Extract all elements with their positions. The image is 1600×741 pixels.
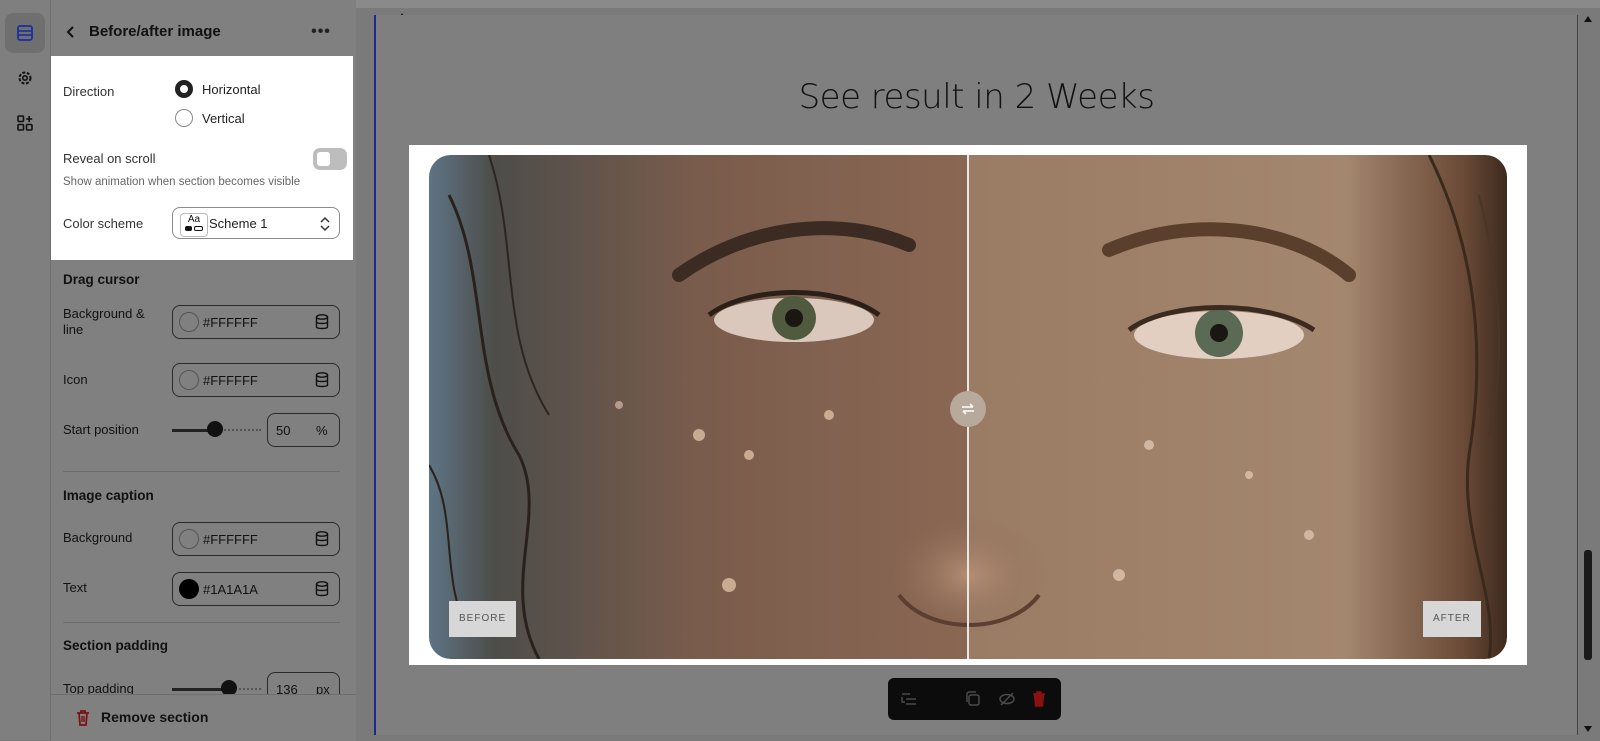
top-padding-label: Top padding [63,681,134,694]
apps-icon [17,115,33,131]
caption-bg-color-value[interactable]: #FFFFFF [203,532,258,547]
divider [63,471,340,472]
panel-header: Before/after image ••• [51,10,356,54]
caption-text-color-value[interactable]: #1A1A1A [203,582,258,597]
reveal-on-scroll-toggle[interactable] [313,148,347,170]
color-swatch[interactable] [179,370,199,390]
start-position-thumb[interactable] [207,421,223,437]
scheme-preview-icon: Aa [180,213,208,237]
top-padding-value[interactable]: 136 [276,682,298,694]
select-chevron-icon [320,216,330,232]
radio-vertical-label[interactable]: Vertical [202,111,245,126]
drag-bg-color-value[interactable]: #FFFFFF [203,315,258,330]
caption-bg-label: Background [63,530,133,545]
icon-rail [0,0,51,740]
trash-icon[interactable] [75,709,91,726]
reveal-on-scroll-label: Reveal on scroll [63,151,156,166]
drag-bg-label: Background & line [63,306,145,337]
preview-scroll-up[interactable] [1582,14,1594,24]
caption-text-color-field[interactable]: #1A1A1A [172,572,340,606]
preview-canvas: See result in 2 Weeks BEFORE AFTER [374,15,1578,735]
move-section-icon[interactable] [900,690,918,708]
before-caption: BEFORE [449,601,517,637]
start-position-input[interactable]: 50 % [267,413,340,447]
start-position-label: Start position [63,422,139,437]
back-arrow-icon[interactable] [63,24,79,40]
color-swatch[interactable] [179,579,199,599]
section-padding-title: Section padding [63,638,169,653]
color-swatch[interactable] [179,529,199,549]
database-icon[interactable] [315,372,329,388]
radio-vertical[interactable] [175,109,193,127]
caption-bg-color-field[interactable]: #FFFFFF [172,522,340,556]
top-padding-thumb[interactable] [221,680,237,694]
database-icon[interactable] [315,531,329,547]
scheme-preview-text: Aa [187,214,201,225]
swap-arrows-icon [962,403,974,415]
panel-title: Before/after image [89,23,221,40]
top-padding-unit: px [316,682,330,694]
top-padding-input[interactable]: 136 px [267,672,340,694]
color-scheme-value: Scheme 1 [209,216,268,231]
section-heading: See result in 2 Weeks [798,77,1155,117]
panel-footer: Remove section [51,694,356,741]
color-scheme-label: Color scheme [63,216,144,231]
theme-settings-button[interactable] [5,58,45,98]
duplicate-icon[interactable] [964,690,982,708]
more-options-icon[interactable]: ••• [309,20,333,44]
drag-icon-color-value[interactable]: #FFFFFF [203,373,258,388]
database-icon[interactable] [315,581,329,597]
after-caption: AFTER [1423,601,1481,637]
image-caption-title: Image caption [63,488,154,503]
preview-scroll-down[interactable] [1582,724,1594,734]
apps-button[interactable] [5,103,45,143]
drag-bg-color-field[interactable]: #FFFFFF [172,305,340,339]
preview-scroll-thumb[interactable] [1584,550,1592,660]
toggle-knob [317,152,330,166]
start-position-unit: % [316,423,328,438]
layout-settings-card: Direction Horizontal Vertical Reveal on … [51,56,353,260]
slider-rest [217,429,261,434]
sections-button[interactable] [5,13,45,53]
divider [63,622,340,623]
delete-icon[interactable] [1030,690,1048,708]
radio-horizontal[interactable] [175,80,193,98]
radio-horizontal-label[interactable]: Horizontal [202,82,261,97]
drag-icon-color-field[interactable]: #FFFFFF [172,363,340,397]
padding-row-clip: Top padding 136 px [51,670,356,694]
before-after-frame: BEFORE AFTER [409,145,1527,665]
drag-cursor-title: Drag cursor [63,272,140,287]
direction-label: Direction [63,84,115,99]
settings-panel: Before/after image ••• Direction Horizon… [51,0,405,741]
section-toolbar [888,678,1061,720]
database-icon[interactable] [315,314,329,330]
gear-icon [18,71,32,85]
compare-drag-handle[interactable] [950,391,986,427]
start-position-value[interactable]: 50 [276,423,290,438]
caption-text-label: Text [63,580,87,595]
drag-icon-label: Icon [63,372,88,387]
hide-eye-icon[interactable] [998,690,1016,708]
sections-icon [17,25,33,41]
before-after-image[interactable]: BEFORE AFTER [429,155,1507,659]
color-swatch[interactable] [179,312,199,332]
reveal-help-text: Show animation when section becomes visi… [63,176,301,188]
remove-section-button[interactable]: Remove section [101,709,208,725]
color-scheme-select[interactable]: Aa Scheme 1 [172,207,340,239]
